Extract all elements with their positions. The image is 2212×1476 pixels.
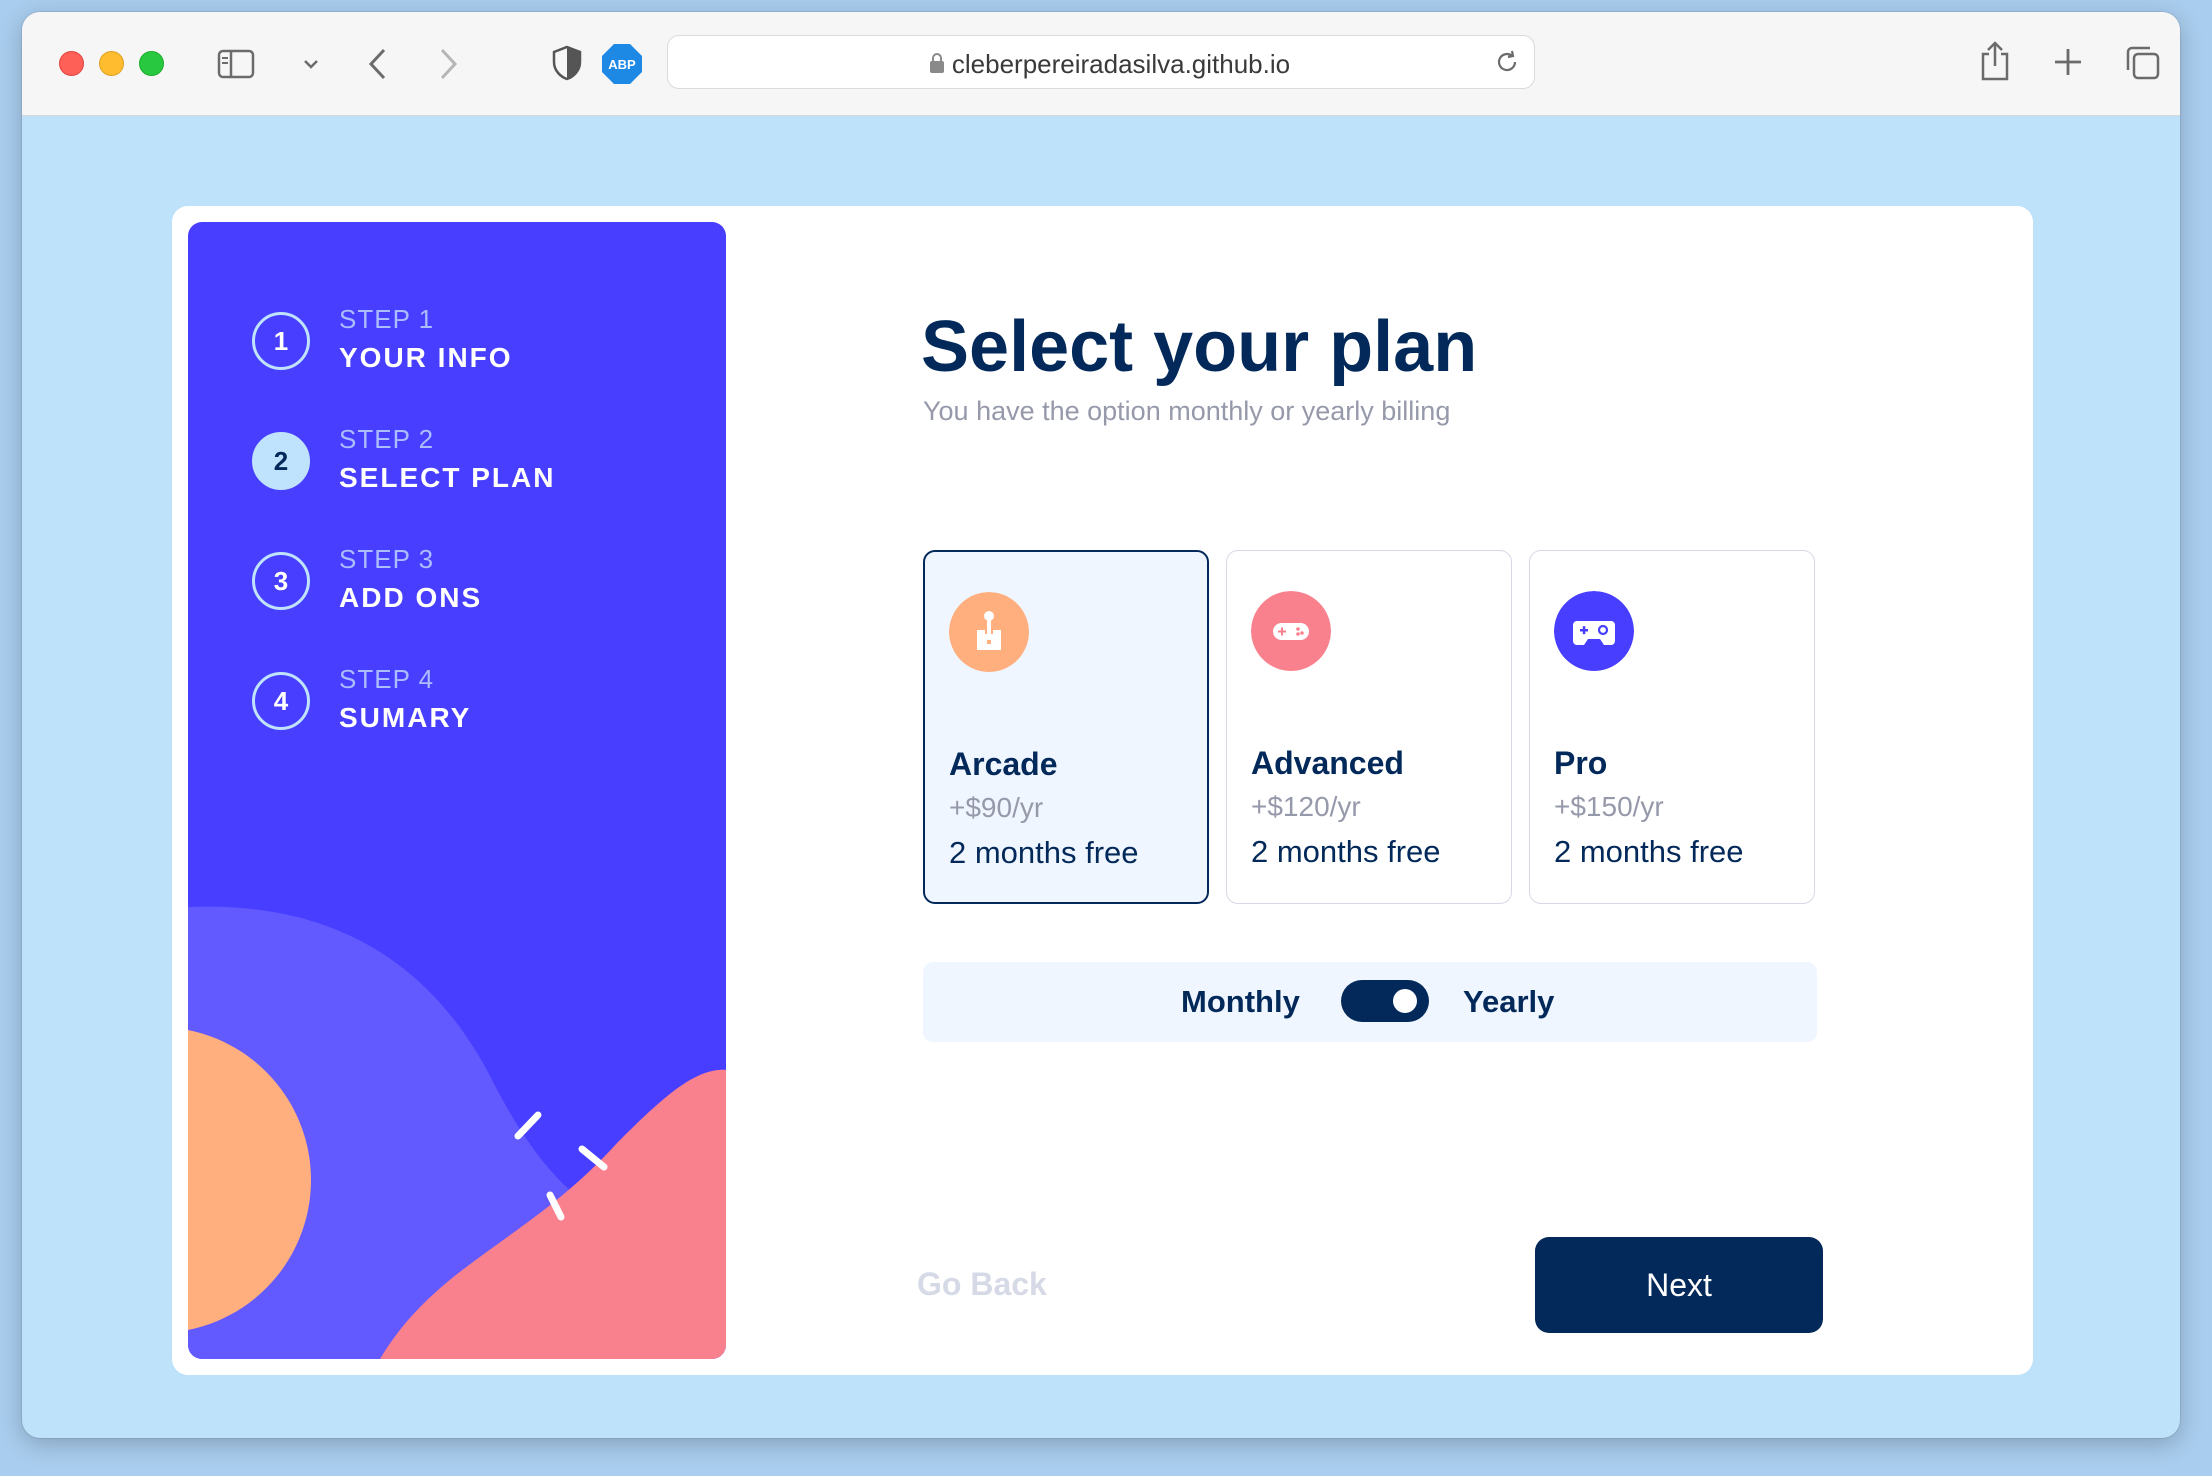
step-kicker: STEP 3 [339,544,435,574]
toggle-knob [1393,989,1417,1013]
page-title: Select your plan [921,307,1478,387]
adblock-plus-icon[interactable]: ABP [602,44,642,84]
minimize-window-button[interactable] [99,51,124,76]
step-number-active: 2 [252,432,310,490]
step-title: ADD ONS [339,582,483,613]
form-card: 1 STEP 1 YOUR INFO 2 STEP 2 SELECT PLAN … [172,206,2033,1375]
page-content: 1 STEP 1 YOUR INFO 2 STEP 2 SELECT PLAN … [22,116,2180,1438]
plan-price: +$90/yr [949,792,1044,823]
step-kicker: STEP 4 [339,664,435,694]
plan-card-arcade[interactable]: Arcade +$90/yr 2 months free [923,550,1209,904]
browser-toolbar: ABP cleberpereiradasilva.github.io [22,12,2180,116]
plan-card-advanced[interactable]: Advanced +$120/yr 2 months free [1226,550,1512,904]
plan-promo: 2 months free [1251,834,1441,869]
arcade-icon [949,592,1029,672]
next-button[interactable]: Next [1535,1237,1823,1333]
step-kicker: STEP 1 [339,304,435,334]
shield-icon[interactable] [551,44,583,82]
reload-icon[interactable] [1494,49,1520,75]
url-text: cleberpereiradasilva.github.io [951,49,1291,79]
address-bar[interactable]: cleberpereiradasilva.github.io [667,35,1535,89]
step-number: 1 [252,312,310,370]
gamepad-icon [1251,591,1331,671]
page-subtitle: You have the option monthly or yearly bi… [923,396,1451,426]
plan-name: Advanced [1251,745,1404,781]
step-title: SUMARY [339,702,472,733]
sidebar-toggle-icon[interactable] [217,48,255,80]
browser-window: ABP cleberpereiradasilva.github.io 1 STE… [22,12,2180,1438]
step-title: SELECT PLAN [339,462,556,493]
steps-sidebar: 1 STEP 1 YOUR INFO 2 STEP 2 SELECT PLAN … [188,222,726,1359]
plan-name: Arcade [949,746,1058,782]
chevron-down-icon[interactable] [303,58,319,70]
plan-card-pro[interactable]: Pro +$150/yr 2 months free [1529,550,1815,904]
step-kicker: STEP 2 [339,424,435,454]
plan-name: Pro [1554,745,1608,781]
billing-monthly-label[interactable]: Monthly [1181,984,1300,1020]
plan-price: +$120/yr [1251,791,1361,822]
sidebar-background-illustration [188,906,726,1359]
step-number: 4 [252,672,310,730]
step-number: 3 [252,552,310,610]
go-back-button[interactable]: Go Back [917,1266,1047,1303]
new-tab-icon[interactable] [2052,46,2084,78]
close-window-button[interactable] [59,51,84,76]
step-title: YOUR INFO [339,342,513,373]
controller-icon [1554,591,1634,671]
tab-overview-icon[interactable] [2124,44,2162,82]
zoom-window-button[interactable] [139,51,164,76]
share-icon[interactable] [1978,40,2012,82]
back-arrow-icon[interactable] [366,46,390,82]
plan-promo: 2 months free [1554,834,1744,869]
forward-arrow-icon[interactable] [436,46,460,82]
billing-toggle-bar: Monthly Yearly [923,962,1817,1042]
plan-price: +$150/yr [1554,791,1664,822]
billing-yearly-label[interactable]: Yearly [1463,984,1554,1020]
plan-promo: 2 months free [949,835,1139,870]
billing-toggle-switch[interactable] [1341,980,1429,1022]
